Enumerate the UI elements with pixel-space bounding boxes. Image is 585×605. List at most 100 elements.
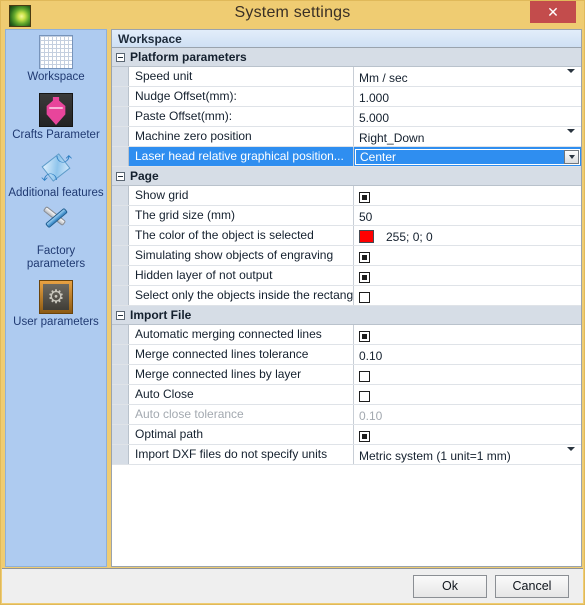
property-value[interactable]: 1.000 [354,87,581,106]
property-name: Merge connected lines tolerance [129,345,354,364]
property-value[interactable]: Mm / sec [354,67,581,86]
row-indent [112,186,129,205]
chevron-down-icon[interactable] [567,447,575,464]
property-value[interactable]: Center [354,147,581,166]
table-row[interactable]: Merge connected lines by layer [112,365,581,385]
checkbox-optimal-path[interactable] [359,430,370,442]
property-name: Import DXF files do not specify units [129,445,354,464]
table-row[interactable]: Nudge Offset(mm): 1.000 [112,87,581,107]
checkbox-show-grid[interactable] [359,191,370,203]
table-row[interactable]: Show grid [112,186,581,206]
table-row[interactable]: Paste Offset(mm): 5.000 [112,107,581,127]
row-indent [112,87,129,106]
property-value[interactable]: 5.000 [354,107,581,126]
collapse-icon[interactable] [112,310,128,320]
checkbox-auto-close[interactable] [359,390,370,402]
chevron-down-icon[interactable] [567,69,575,86]
cancel-button[interactable]: Cancel [495,575,569,598]
sidebar-item-label: Factory parameters [26,245,86,270]
row-indent [112,405,129,424]
group-label: Page [130,169,159,183]
chevron-down-icon[interactable] [564,149,579,164]
property-grid: Platform parameters Speed unit Mm / sec … [112,48,581,465]
window-title: System settings [234,4,351,21]
property-name: Optimal path [129,425,354,444]
row-indent [112,286,129,305]
combobox-value: Center [360,149,397,164]
table-row[interactable]: The color of the object is selected 255;… [112,226,581,246]
value-text: 5.000 [359,110,390,125]
table-row[interactable]: Simulating show objects of engraving [112,246,581,266]
table-row[interactable]: Speed unit Mm / sec [112,67,581,87]
value-text: Right_Down [359,130,425,145]
chevron-down-icon[interactable] [567,129,575,146]
vase-icon [39,93,73,127]
checkbox-automatic-merging-connected-lines[interactable] [359,330,370,342]
checkbox-simulating-show-objects[interactable] [359,251,370,263]
table-row[interactable]: Select only the objects inside the recta… [112,286,581,306]
row-indent [112,385,129,404]
property-name: Laser head relative graphical position..… [129,147,354,166]
group-header-page[interactable]: Page [112,167,581,186]
group-header-import-file[interactable]: Import File [112,306,581,325]
property-value[interactable] [354,186,581,205]
row-indent [112,345,129,364]
hammer-wrench-icon [39,205,73,243]
value-text: Mm / sec [359,70,408,85]
property-value[interactable] [354,365,581,384]
category-sidebar: Workspace Crafts Parameter ⤻ ⤺ Additional… [5,29,107,567]
sidebar-item-additional-features[interactable]: ⤻ ⤺ Additional features [6,146,106,204]
property-value[interactable]: 50 [354,206,581,225]
sidebar-item-factory-parameters[interactable]: Factory parameters [6,204,106,275]
property-value[interactable] [354,286,581,305]
property-value[interactable] [354,325,581,344]
table-row[interactable]: The grid size (mm) 50 [112,206,581,226]
value-text: 50 [359,209,373,224]
collapse-icon[interactable] [112,52,128,62]
checkbox-select-only-inside-rectangle[interactable] [359,291,370,303]
property-value[interactable]: Metric system (1 unit=1 mm) [354,445,581,464]
property-name: The color of the object is selected [129,226,354,245]
gear-icon: ⚙ [39,280,73,314]
group-header-platform-parameters[interactable]: Platform parameters [112,48,581,67]
rotate-arrows-icon: ⤻ ⤺ [41,150,73,185]
sidebar-item-workspace[interactable]: Workspace [6,30,106,88]
laser-head-position-combobox[interactable]: Center [355,148,580,165]
color-swatch[interactable] [359,230,374,243]
property-name: Paste Offset(mm): [129,107,354,126]
checkbox-hidden-layer-not-output[interactable] [359,271,370,283]
sidebar-item-crafts-parameter[interactable]: Crafts Parameter [6,88,106,146]
sidebar-item-user-parameters[interactable]: ⚙ User parameters [6,275,106,333]
property-value[interactable] [354,425,581,444]
property-value[interactable]: 0.10 [354,345,581,364]
row-indent [112,226,129,245]
close-icon[interactable]: ✕ [530,1,576,23]
table-row[interactable]: Auto Close [112,385,581,405]
sidebar-item-label: Workspace [27,71,85,83]
property-value[interactable] [354,266,581,285]
sidebar-item-label: Crafts Parameter [12,129,100,141]
ok-button[interactable]: Ok [413,575,487,598]
row-indent [112,147,129,166]
property-value[interactable]: Right_Down [354,127,581,146]
row-indent [112,246,129,265]
table-row[interactable]: Import DXF files do not specify units Me… [112,445,581,465]
table-row[interactable]: Hidden layer of not output [112,266,581,286]
property-value[interactable] [354,385,581,404]
table-row[interactable]: Optimal path [112,425,581,445]
property-name: Select only the objects inside the recta… [129,286,354,305]
table-row[interactable]: Machine zero position Right_Down [112,127,581,147]
table-row[interactable]: Automatic merging connected lines [112,325,581,345]
property-name: Simulating show objects of engraving [129,246,354,265]
grid-canvas-icon [39,35,73,69]
table-row-disabled: Auto close tolerance 0.10 [112,405,581,425]
row-indent [112,206,129,225]
collapse-icon[interactable] [112,171,128,181]
checkbox-merge-connected-lines-by-layer[interactable] [359,370,370,382]
table-row[interactable]: Merge connected lines tolerance 0.10 [112,345,581,365]
row-indent [112,266,129,285]
property-value[interactable]: 255; 0; 0 [354,226,581,245]
property-value[interactable] [354,246,581,265]
table-row-selected[interactable]: Laser head relative graphical position..… [112,147,581,167]
row-indent [112,107,129,126]
